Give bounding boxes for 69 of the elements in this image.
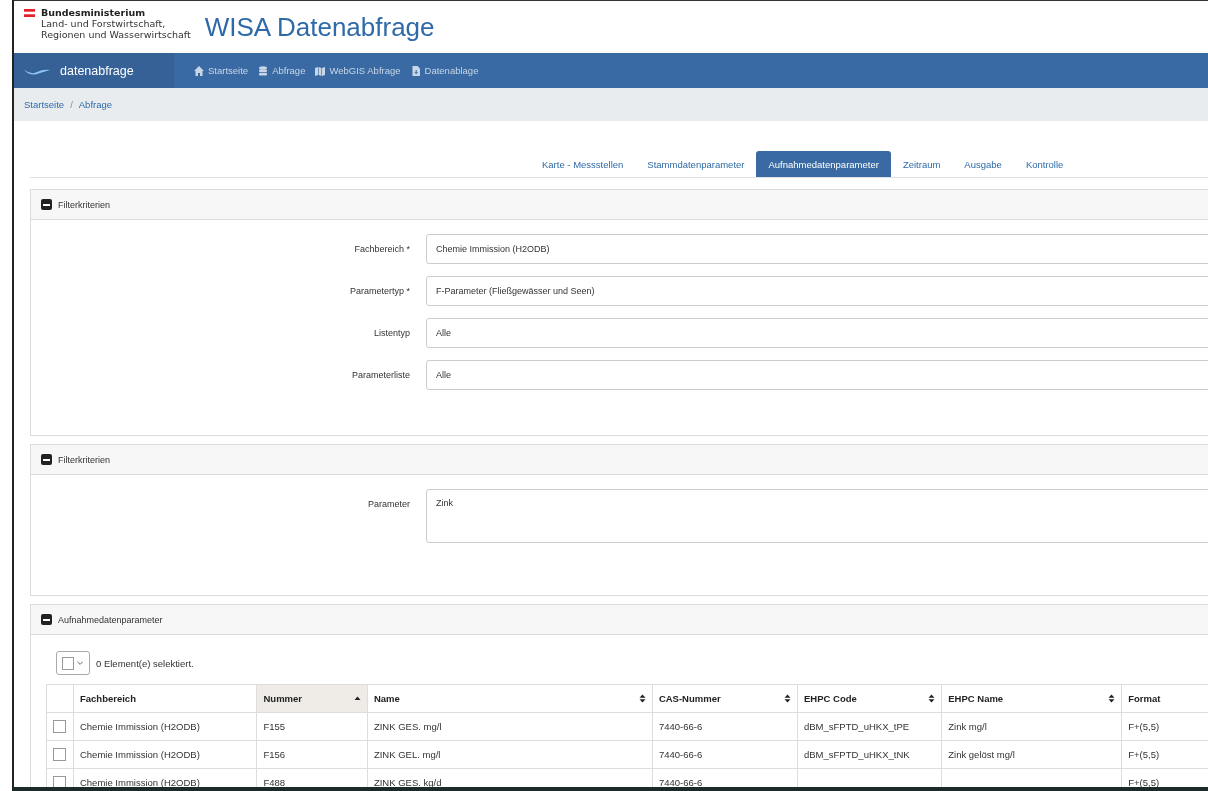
table-cell: ZINK GES. mg/l xyxy=(367,712,653,741)
database-icon xyxy=(258,65,269,76)
app-title: WISA Datenabfrage xyxy=(204,11,435,43)
breadcrumb-link[interactable]: Startseite xyxy=(24,99,65,110)
caret-icon xyxy=(76,660,83,666)
home-icon xyxy=(194,65,204,76)
panel-title: Filterkriterien xyxy=(58,199,110,210)
ministry-name-line: Land- und Forstwirtschaft, xyxy=(41,18,167,29)
column-header[interactable]: EHPC Code xyxy=(797,684,942,713)
select-field[interactable]: Alle xyxy=(426,360,1208,390)
collapse-toggle-icon[interactable] xyxy=(41,199,52,210)
nav-link[interactable]: Datenablage xyxy=(410,65,479,76)
tab[interactable]: Aufnahmedatenparameter xyxy=(756,151,891,177)
map-icon xyxy=(315,65,326,76)
tab[interactable]: Stammdatenparameter xyxy=(635,151,757,177)
field-label: Parameterliste xyxy=(350,370,411,380)
sort-icon xyxy=(1108,694,1116,703)
select-field[interactable]: Chemie Immission (H2ODB) xyxy=(426,234,1208,264)
table-cell: ZINK GEL. mg/l xyxy=(367,740,653,769)
select-all-dropdown[interactable] xyxy=(56,651,90,675)
table-cell: Chemie Immission (H2ODB) xyxy=(73,712,257,741)
column-header[interactable]: Fachbereich xyxy=(73,684,257,713)
table-cell: Zink mg/l xyxy=(941,712,1122,741)
row-checkbox[interactable] xyxy=(53,776,66,787)
column-header[interactable]: CAS-Nummer xyxy=(652,684,798,713)
table-cell: F156 xyxy=(256,740,368,769)
nav-link[interactable]: WebGIS Abfrage xyxy=(315,65,401,76)
table-cell: Zink gelöst mg/l xyxy=(941,740,1122,769)
table-cell: F155 xyxy=(256,712,368,741)
select-field[interactable]: Alle xyxy=(426,318,1208,348)
flag-icon xyxy=(24,9,35,17)
row-checkbox[interactable] xyxy=(53,720,66,733)
sort-icon xyxy=(928,694,936,703)
table-cell: dBM_sFPTD_uHKX_tNK xyxy=(797,740,942,769)
table-cell: 7440-66-6 xyxy=(652,740,798,769)
sort-ascending-icon xyxy=(353,694,361,703)
breadcrumb-link[interactable]: Abfrage xyxy=(78,99,113,110)
input-field[interactable]: Zink xyxy=(426,489,1208,543)
table-cell: dBM_sFPTD_uHKX_tPE xyxy=(797,712,942,741)
file-icon xyxy=(410,65,421,76)
brand-name[interactable]: datenabfrage xyxy=(60,63,134,78)
tab[interactable]: Zeitraum xyxy=(890,151,953,177)
panel-title: Filterkriterien xyxy=(58,454,110,465)
tab[interactable]: Kontrolle xyxy=(1013,151,1076,177)
breadcrumb-separator: / xyxy=(70,99,73,110)
collapse-toggle-icon[interactable] xyxy=(41,614,52,625)
table-cell: 7440-66-6 xyxy=(652,712,798,741)
field-label: Parameter xyxy=(366,498,411,509)
nav-link[interactable]: Startseite xyxy=(194,65,249,76)
field-label: Fachbereich * xyxy=(353,244,411,254)
tab[interactable]: Karte - Messstellen xyxy=(530,151,636,177)
row-checkbox[interactable] xyxy=(53,748,66,761)
column-header[interactable]: Nummer xyxy=(256,684,368,713)
nav-link[interactable]: Abfrage xyxy=(258,65,306,76)
field-label: Parametertyp * xyxy=(348,286,411,296)
field-label: Listentyp xyxy=(372,328,411,338)
select-field[interactable]: F-Parameter (Fließgewässer und Seen) xyxy=(426,276,1208,306)
ministry-name-line: Bundesministerium xyxy=(41,7,147,18)
tab[interactable]: Ausgabe xyxy=(952,151,1014,177)
table-cell: Chemie Immission (H2ODB) xyxy=(73,740,257,769)
ministry-name-line: Regionen und Wasserwirtschaft xyxy=(41,29,191,40)
sort-icon xyxy=(784,694,791,703)
column-header[interactable]: Name xyxy=(367,684,653,713)
column-header[interactable]: Format xyxy=(1121,684,1208,713)
selection-count: 0 Element(e) selektiert. xyxy=(96,657,194,669)
panel-title: Aufnahmedatenparameter xyxy=(58,614,163,625)
collapse-toggle-icon[interactable] xyxy=(41,454,52,465)
sort-icon xyxy=(638,694,646,703)
column-header[interactable]: EHPC Name xyxy=(941,684,1122,713)
